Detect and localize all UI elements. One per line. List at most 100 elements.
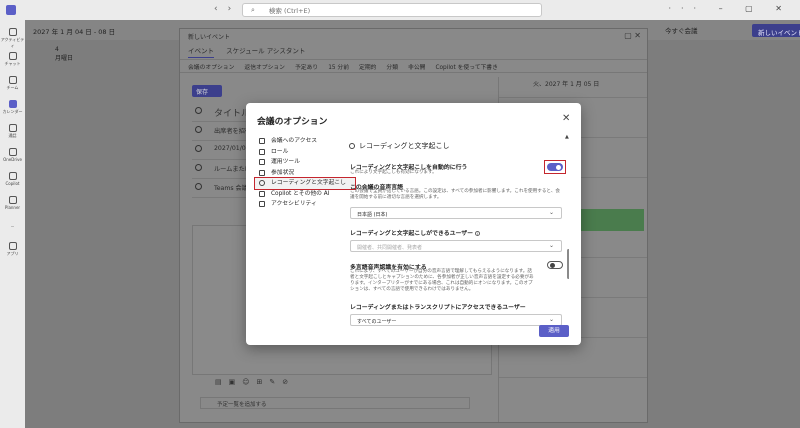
nav-copilot-ai[interactable]: Copilot とその他の AI: [255, 189, 355, 200]
rail-activity[interactable]: アクティビティ: [0, 28, 25, 49]
day-preview-date: 火、2027 年 1 月 05 日: [533, 81, 600, 88]
save-button[interactable]: 保存: [192, 85, 222, 97]
toggle-knob: [556, 164, 561, 170]
rail-apps[interactable]: アプリ: [0, 242, 25, 257]
recording-icon: [349, 143, 355, 149]
add-agenda-button[interactable]: 予定一覧を追加する: [200, 397, 470, 409]
rail-label: Copilot: [5, 181, 20, 186]
rail-label: 通話: [8, 133, 17, 138]
nav-roles[interactable]: ロール: [255, 147, 355, 158]
meet-now-button[interactable]: 今すぐ会議: [665, 25, 698, 35]
who-can-record-placeholder: 開催者、共同開催者、発表者: [357, 245, 423, 251]
tab-event[interactable]: イベント: [188, 47, 214, 58]
rail-label: チャット: [4, 61, 21, 66]
hour-line: [499, 377, 647, 378]
event-window-title: 新しいイベント: [188, 34, 231, 41]
section-title-text: レコーディングと文字起こし: [359, 142, 450, 150]
nav-label: ロール: [271, 148, 289, 155]
location-icon: [195, 164, 202, 171]
close-icon[interactable]: ✕: [562, 113, 570, 124]
hour-line: [499, 97, 647, 98]
nav-accessibility[interactable]: アクセシビリティ: [255, 199, 355, 210]
rail-label: アクティビティ: [0, 37, 25, 48]
teams-icon: [8, 76, 17, 84]
auto-record-toggle[interactable]: [547, 163, 563, 171]
rail-label: OneDrive: [3, 157, 22, 162]
recurrence-button[interactable]: 定期的: [359, 62, 376, 71]
planner-icon: [8, 196, 17, 204]
history-nav: ‹ ›: [214, 4, 241, 14]
new-event-button[interactable]: 新しいイベント: [752, 24, 800, 37]
search-box[interactable]: ⌕ 検索 (Ctrl+E): [242, 3, 542, 17]
teams-logo-icon: [6, 5, 16, 15]
tab-scheduling-assistant[interactable]: スケジュール アシスタント: [226, 47, 305, 55]
spoken-language-value: 日本語 (日本): [357, 212, 388, 218]
busy-status-button[interactable]: 予定あり: [295, 62, 318, 71]
calendar-icon: [8, 100, 17, 108]
bell-icon: [8, 28, 17, 36]
options-content[interactable]: ▲ レコーディングと文字起こし レコーディングと文字起こしを自動的に行う これに…: [349, 131, 569, 336]
spoken-language-select[interactable]: 日本語 (日本) ⌄: [350, 207, 562, 219]
cloud-icon: [8, 148, 17, 156]
back-icon[interactable]: ‹: [214, 4, 218, 14]
who-can-access-select[interactable]: すべてのユーザー ⌄: [350, 314, 562, 326]
title-icon: [195, 107, 202, 114]
nav-label: Copilot とその他の AI: [271, 190, 330, 197]
rail-chat[interactable]: チャット: [0, 52, 25, 67]
roles-icon: [259, 148, 265, 155]
copilot-icon: [8, 172, 17, 180]
rail-planner[interactable]: Planner: [0, 196, 25, 210]
nav-tools[interactable]: 運用ツール: [255, 157, 355, 168]
more-icon: ···: [10, 224, 15, 229]
rail-label: アプリ: [6, 251, 19, 256]
nav-label: 参加状況: [271, 169, 295, 176]
editor-toolbar[interactable]: ▤▣☺⊞✎⊘: [215, 378, 295, 386]
auto-record-desc: これにより文字起こしも有効になります。: [350, 170, 437, 175]
meeting-options-dialog: 会議のオプション ✕ 会議へのアクセス ロール 運用ツール 参加状況 レコーディ…: [246, 103, 581, 345]
reminder-button[interactable]: 15 分前: [328, 62, 349, 71]
window-controls[interactable]: ··· – ▢ ✕: [668, 4, 792, 13]
nav-recording-transcription[interactable]: レコーディングと文字起こし: [254, 177, 356, 190]
calendar-day-label: 4 月曜日: [55, 46, 74, 62]
categorize-button[interactable]: 分類: [386, 62, 398, 71]
search-placeholder: 検索 (Ctrl+E): [268, 7, 311, 15]
apply-button[interactable]: 適用: [539, 325, 569, 337]
date-value: 2027/01/05: [214, 145, 250, 152]
rail-calls[interactable]: 通話: [0, 124, 25, 139]
forward-icon[interactable]: ›: [228, 4, 232, 14]
rail-calendar[interactable]: カレンダー: [0, 100, 25, 115]
event-window-controls[interactable]: ▢ ✕: [624, 31, 641, 40]
who-can-record-text: レコーディングと文字起こしができるユーザー: [350, 231, 474, 237]
copilot-draft-button[interactable]: Copilot を使って下書き: [435, 62, 497, 71]
nav-meeting-access[interactable]: 会議へのアクセス: [255, 136, 355, 147]
chevron-down-icon: ⌄: [548, 209, 554, 216]
scroll-up-icon[interactable]: ▲: [565, 134, 569, 140]
rail-label: カレンダー: [2, 109, 23, 114]
who-can-access-value: すべてのユーザー: [357, 319, 397, 325]
dialog-title: 会議のオプション: [257, 117, 328, 127]
rail-copilot[interactable]: Copilot: [0, 172, 25, 186]
nav-label: 運用ツール: [271, 159, 300, 165]
who-can-access-label: レコーディングまたはトランスクリプトにアクセスできるユーザー: [350, 305, 526, 311]
rail-more[interactable]: ···: [0, 224, 25, 229]
nav-label: レコーディングと文字起こし: [271, 180, 346, 186]
chat-icon: [8, 52, 17, 60]
who-can-record-label: レコーディングと文字起こしができるユーザー i: [350, 228, 481, 237]
multilingual-toggle[interactable]: [547, 261, 563, 269]
nav-label: 会議へのアクセス: [271, 138, 318, 144]
title-bar: ‹ › ⌕ 検索 (Ctrl+E) ··· – ▢ ✕: [0, 0, 800, 20]
who-can-record-select[interactable]: 開催者、共同開催者、発表者 ⌄: [350, 240, 562, 252]
meeting-options-button[interactable]: 会議のオプション: [188, 62, 234, 71]
rail-onedrive[interactable]: OneDrive: [0, 148, 25, 162]
search-icon: ⌕: [251, 5, 255, 14]
scrollbar[interactable]: [567, 249, 569, 279]
nav-engagement[interactable]: 参加状況: [255, 168, 355, 179]
app-rail: アクティビティ チャット チーム カレンダー 通話 OneDrive Copil…: [0, 20, 25, 428]
info-icon[interactable]: i: [475, 230, 481, 236]
teams-meeting-label: Teams 会議: [214, 185, 248, 192]
response-options-button[interactable]: 返信オプション: [244, 62, 285, 71]
copilot-icon: [259, 190, 265, 197]
toggle-knob: [549, 262, 555, 268]
rail-teams[interactable]: チーム: [0, 76, 25, 91]
private-button[interactable]: 非公開: [408, 62, 425, 71]
